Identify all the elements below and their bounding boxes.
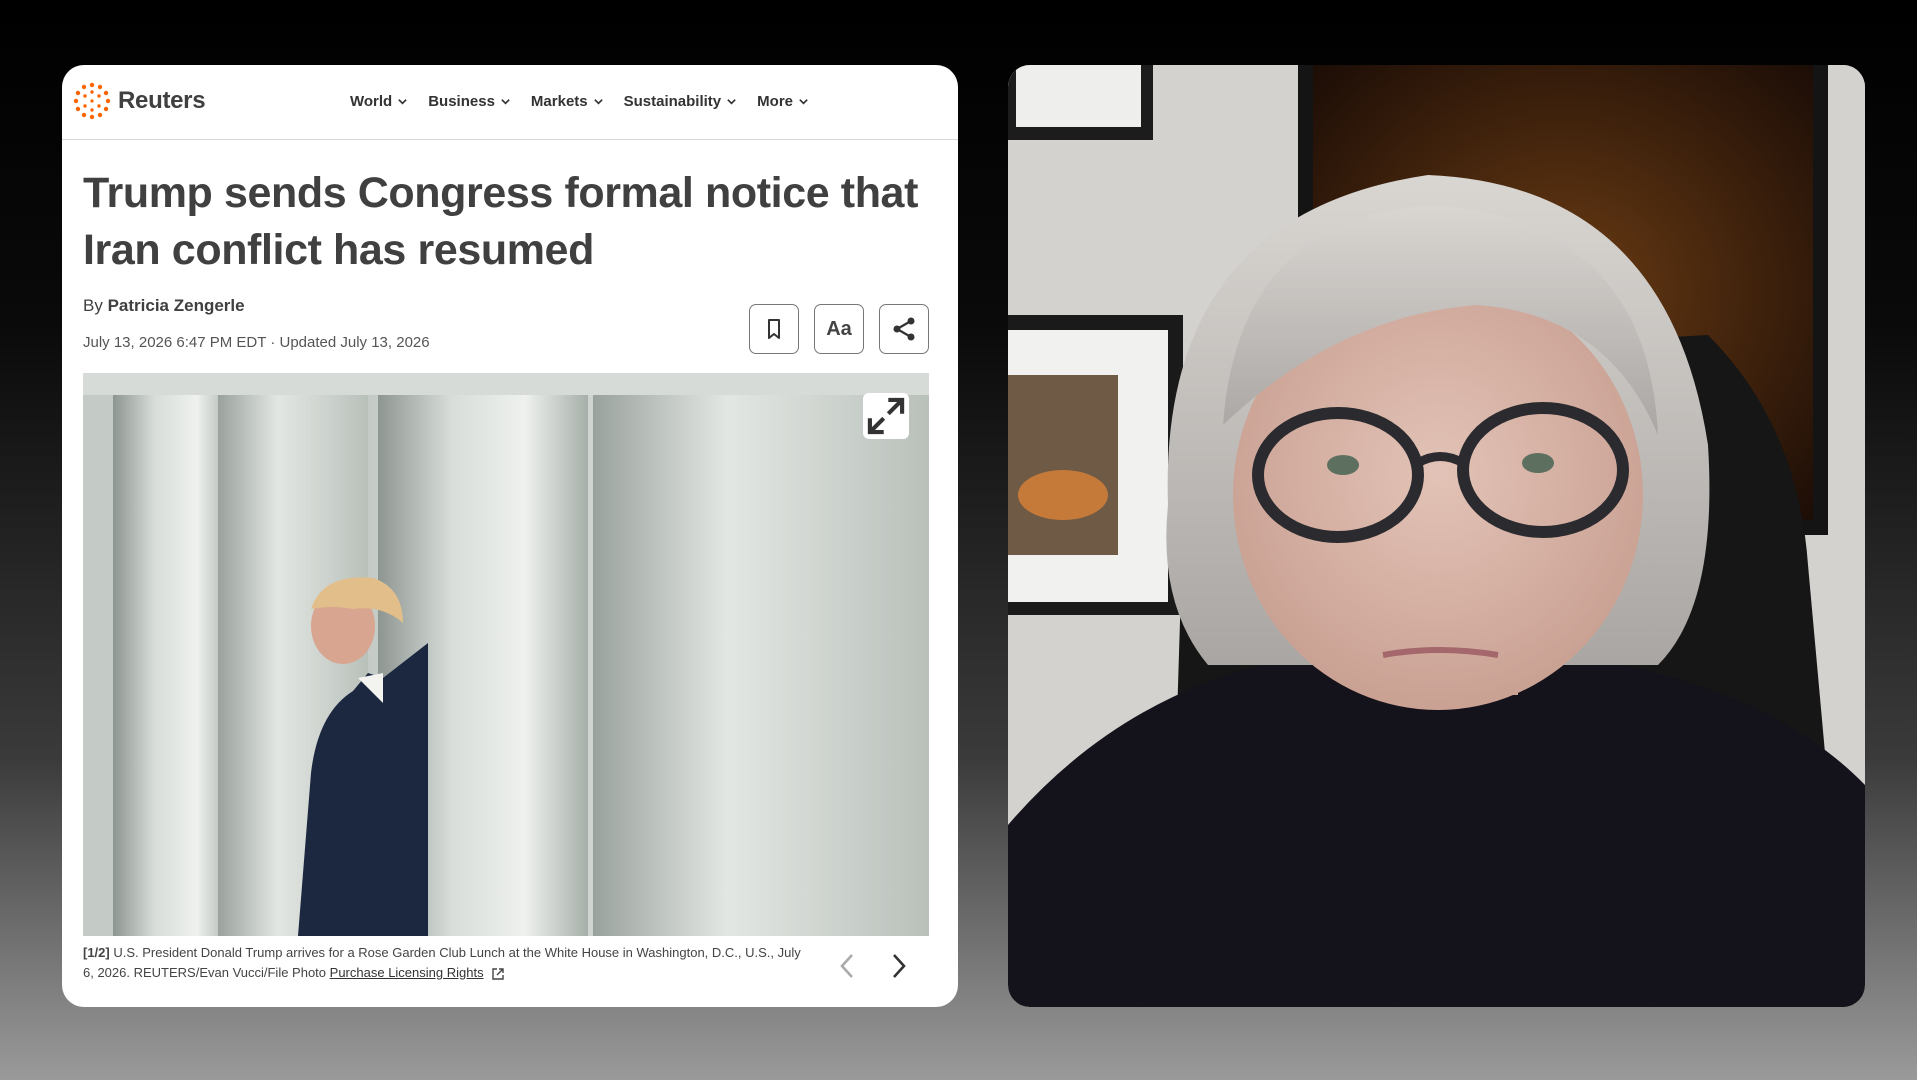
- reuters-logo[interactable]: Reuters: [72, 81, 206, 121]
- article-headline: Trump sends Congress formal notice that …: [83, 169, 918, 274]
- bookmark-icon: [768, 319, 780, 339]
- photo-image: [83, 373, 929, 936]
- nav-item-markets[interactable]: Markets: [531, 93, 604, 110]
- article-tools: Aa: [749, 304, 929, 354]
- nav-item-sustainability[interactable]: Sustainability: [624, 93, 738, 110]
- prev-photo-button[interactable]: [832, 950, 864, 982]
- logo-text: Reuters: [118, 87, 206, 114]
- nav-item-business[interactable]: Business: [428, 93, 511, 110]
- photo-counter: [1/2]: [83, 945, 110, 960]
- share-icon: [893, 317, 915, 341]
- nav-item-more[interactable]: More: [757, 93, 809, 110]
- next-photo-button[interactable]: [882, 950, 914, 982]
- nav-label: Business: [428, 93, 495, 110]
- reuters-logo-icon: [73, 82, 111, 120]
- chevron-right-icon: [893, 954, 906, 978]
- external-link-icon[interactable]: [491, 967, 505, 981]
- nav-item-world[interactable]: World: [350, 93, 408, 110]
- expand-icon: [867, 397, 905, 435]
- article-card: Reuters World Business Markets Sustainab…: [62, 65, 958, 1007]
- chevron-down-icon: [501, 99, 510, 105]
- author-link[interactable]: Patricia Zengerle: [108, 296, 245, 315]
- webcam-image: [1008, 65, 1865, 1007]
- text-size-button[interactable]: Aa: [814, 304, 864, 354]
- text-size-label: Aa: [826, 317, 852, 340]
- dateline: July 13, 2026 6:47 PM EDT · Updated July…: [83, 334, 430, 351]
- share-button[interactable]: [879, 304, 929, 354]
- nav-label: World: [350, 93, 393, 110]
- webcam-video: [1008, 65, 1865, 1007]
- chevron-left-icon: [840, 954, 853, 978]
- article-photo[interactable]: [83, 373, 929, 936]
- nav-label: Sustainability: [623, 93, 722, 110]
- nav-label: Markets: [530, 93, 588, 110]
- byline-prefix: By: [83, 296, 103, 315]
- chevron-down-icon: [398, 99, 407, 105]
- licensing-link[interactable]: Purchase Licensing Rights: [330, 965, 484, 980]
- photo-pager: [832, 950, 914, 982]
- nav-label: More: [757, 93, 793, 110]
- expand-button[interactable]: [863, 393, 909, 439]
- chevron-down-icon: [727, 99, 736, 105]
- chevron-down-icon: [799, 99, 808, 105]
- site-header: Reuters World Business Markets Sustainab…: [62, 65, 958, 140]
- main-nav: World Business Markets Sustainability Mo…: [350, 93, 809, 110]
- photo-caption: [1/2] U.S. President Donald Trump arrive…: [83, 943, 803, 983]
- bookmark-button[interactable]: [749, 304, 799, 354]
- byline: By Patricia Zengerle: [83, 296, 245, 316]
- chevron-down-icon: [593, 99, 603, 105]
